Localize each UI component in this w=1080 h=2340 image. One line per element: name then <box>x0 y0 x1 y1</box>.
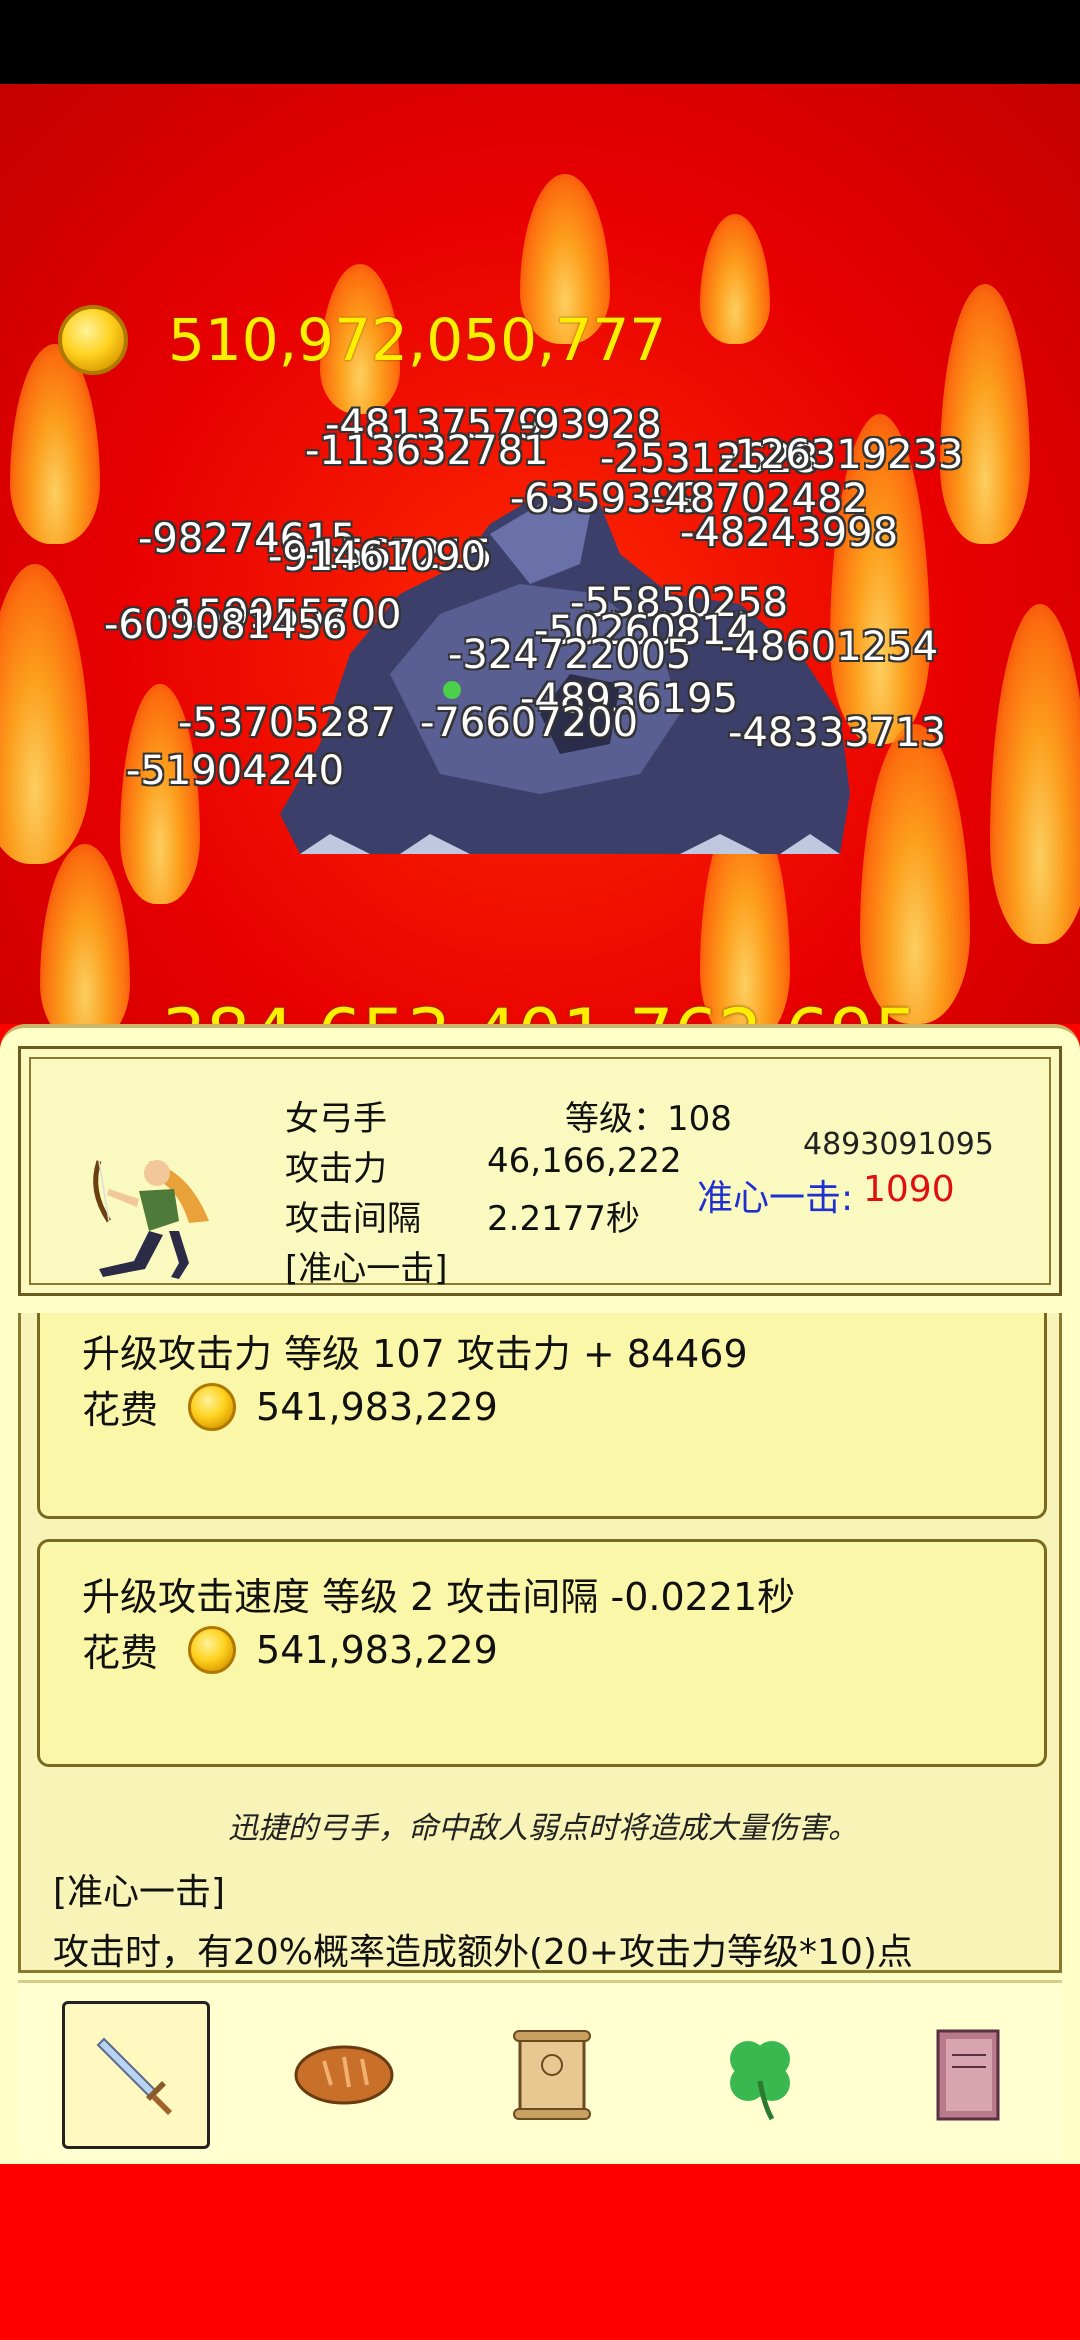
boss-hp: 384,653,401,762,695 <box>0 994 1080 1024</box>
scroll-icon <box>513 2030 591 2120</box>
upgrade-speed-card[interactable]: 升级攻击速度 等级 2 攻击间隔 -0.0221秒 花费 541,983,229 <box>37 1539 1047 1767</box>
clover-icon <box>730 2041 790 2121</box>
upgrade-attack-card[interactable]: 升级攻击力 等级 107 攻击力 + 84469 花费 541,983,229 <box>37 1313 1047 1519</box>
tab-book[interactable] <box>894 2001 1042 2149</box>
damage-number: -609081456 <box>104 602 348 648</box>
skill-tag: [准心一击] <box>285 1249 448 1289</box>
book-icon <box>936 2029 1000 2121</box>
gold-coin-icon <box>188 1625 237 1674</box>
hero-panel: 女弓手 等级：108 4893091095 攻击力 46,166,222 准心一… <box>0 1024 1080 2164</box>
upgrade-attack-cost: 花费 541,983,229 <box>82 1379 498 1434</box>
hero-level: 等级：108 <box>565 1099 732 1139</box>
attack-label: 攻击力 <box>285 1149 387 1189</box>
archer-portrait-icon <box>93 1160 209 1279</box>
upgrade-list[interactable]: 升级攻击力 等级 107 攻击力 + 84469 花费 541,983,229 … <box>18 1313 1062 1973</box>
gold-coin-icon <box>58 305 128 375</box>
overlap-number: 4893091095 <box>803 1127 994 1162</box>
cost-value: 541,983,229 <box>256 1384 498 1429</box>
bread-icon <box>294 2045 394 2105</box>
hero-info-card: 女弓手 等级：108 4893091095 攻击力 46,166,222 准心一… <box>18 1046 1062 1296</box>
damage-number: -113632781 <box>305 428 549 474</box>
flame <box>700 214 770 344</box>
upgrade-attack-title: 升级攻击力 等级 107 攻击力 + 84469 <box>82 1332 748 1376</box>
damage-number: -48333713 <box>728 710 947 756</box>
flame <box>860 724 970 1024</box>
bottom-background <box>0 2164 1080 2340</box>
upgrade-speed-title: 升级攻击速度 等级 2 攻击间隔 -0.0221秒 <box>82 1575 796 1619</box>
upgrade-speed-cost: 花费 541,983,229 <box>82 1622 498 1677</box>
crit-label: 准心一击: <box>697 1178 854 1219</box>
skill-name: [准心一击] <box>53 1872 226 1913</box>
damage-number: -324722005 <box>448 632 692 678</box>
status-bar <box>0 0 1080 84</box>
hero-description: 迅捷的弓手，命中敌人弱点时将造成大量伤害。 <box>228 1811 858 1846</box>
skill-description: 攻击时，有20%概率造成额外(20+攻击力等级*10)点 <box>53 1932 913 1973</box>
damage-number: -48243998 <box>680 510 899 556</box>
bottom-tab-bar <box>18 1980 1062 2159</box>
flame <box>990 604 1080 944</box>
gold-counter: 510,972,050,777 <box>58 300 666 380</box>
sword-icon <box>96 2037 172 2115</box>
tab-weapon[interactable] <box>62 2001 210 2149</box>
cost-label: 花费 <box>82 1388 159 1432</box>
damage-number: -91461090 <box>268 534 487 580</box>
gold-coin-icon <box>188 1382 237 1431</box>
flame <box>940 284 1030 544</box>
interval-value: 2.2177秒 <box>487 1199 640 1239</box>
cost-label: 花费 <box>82 1631 159 1675</box>
damage-number: -51904240 <box>126 748 345 794</box>
interval-label: 攻击间隔 <box>285 1199 421 1239</box>
battle-area[interactable]: 510,972,050,777 -48137579 -93928 -113632… <box>0 84 1080 1024</box>
damage-number: -53705287 <box>178 700 397 746</box>
tab-food[interactable] <box>270 2001 418 2149</box>
tab-scroll[interactable] <box>478 2001 626 2149</box>
cost-value: 541,983,229 <box>256 1627 498 1672</box>
gold-amount: 510,972,050,777 <box>168 306 667 374</box>
tab-luck[interactable] <box>686 2001 834 2149</box>
hero-name: 女弓手 <box>285 1099 387 1139</box>
attack-value: 46,166,222 <box>487 1141 682 1181</box>
damage-number: -126319233 <box>720 432 964 478</box>
damage-number: -48601254 <box>720 624 939 670</box>
crit-value: 1090 <box>863 1169 955 1210</box>
damage-number: -76607200 <box>420 700 639 746</box>
flame <box>0 564 90 864</box>
